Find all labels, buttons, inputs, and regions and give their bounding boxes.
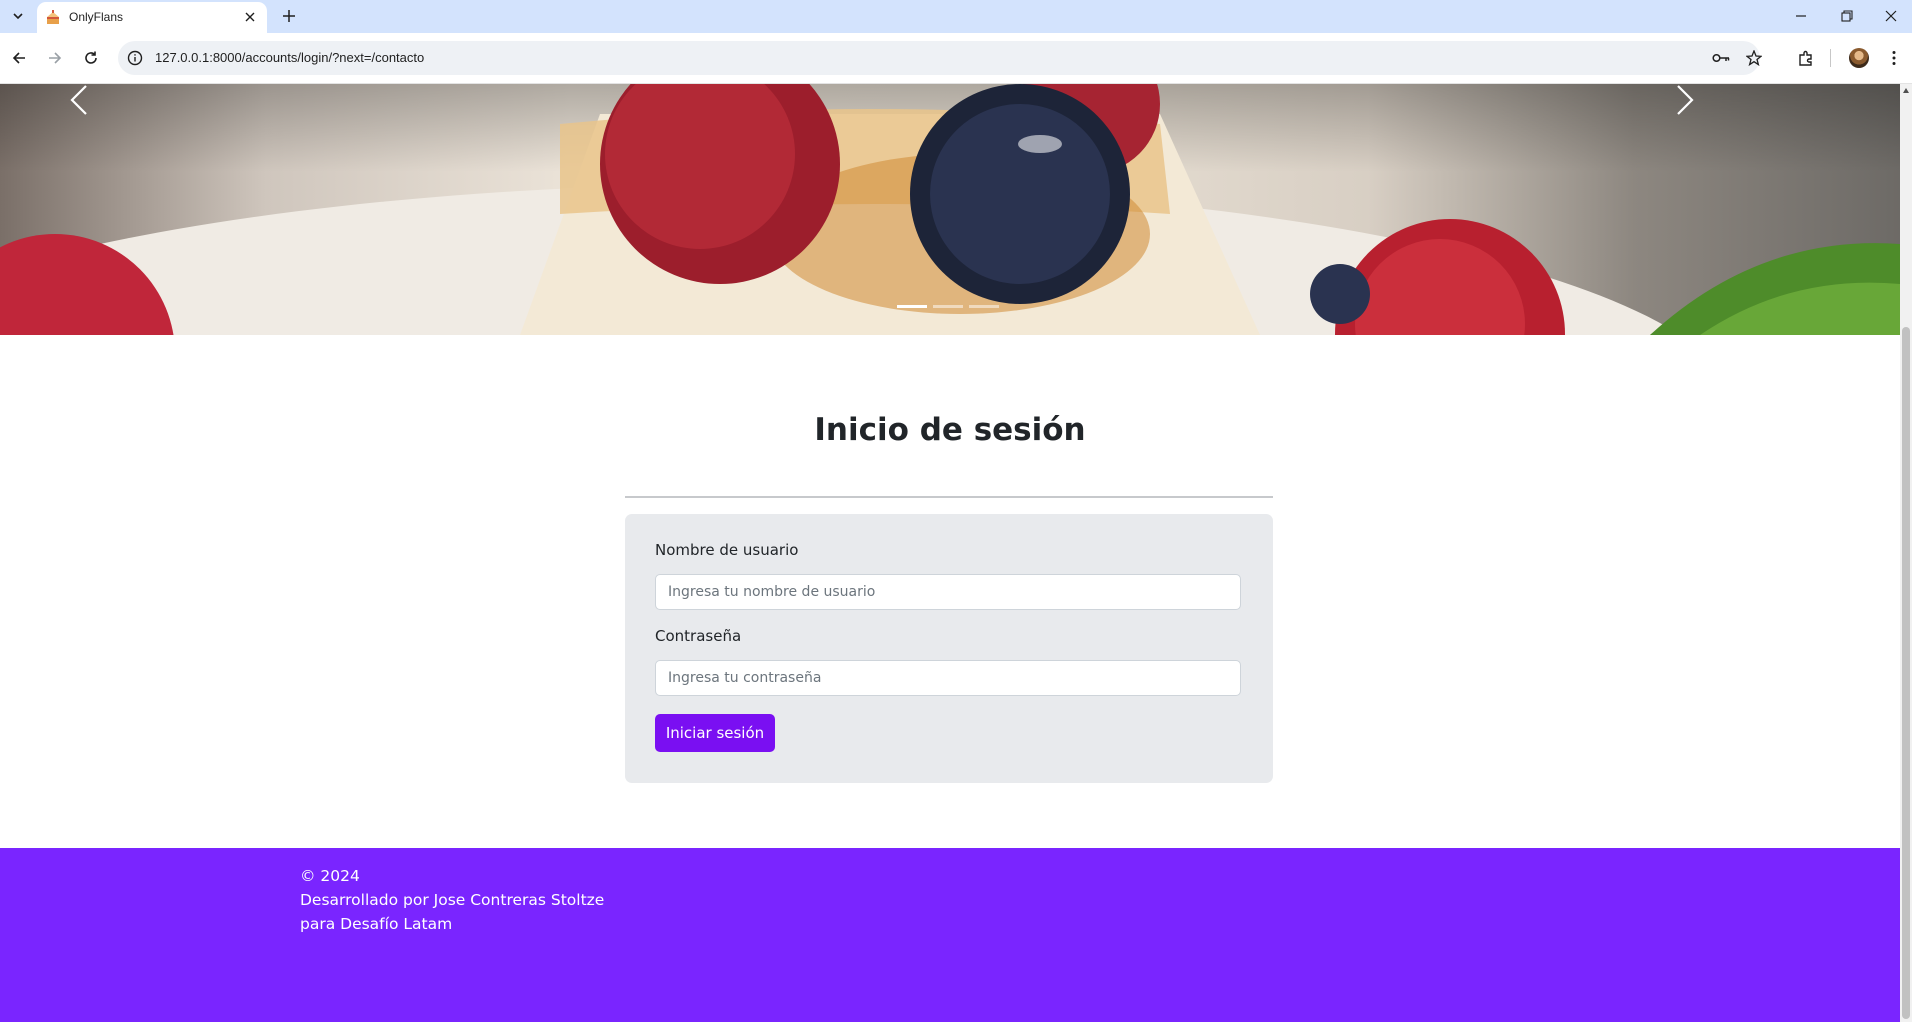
browser-tab-active[interactable]: OnlyFlans <box>37 2 267 33</box>
more-vertical-icon <box>1892 51 1896 65</box>
login-submit-button[interactable]: Iniciar sesión <box>655 714 775 752</box>
title-divider <box>625 496 1273 498</box>
extensions-button[interactable] <box>1796 48 1816 68</box>
login-form: Nombre de usuario Contraseña Iniciar ses… <box>625 514 1273 783</box>
toolbar-separator <box>1830 49 1831 67</box>
profile-avatar[interactable] <box>1849 48 1869 68</box>
restore-button[interactable] <box>1824 0 1870 32</box>
tab-close-button[interactable] <box>241 8 259 26</box>
flan-dessert-image <box>0 84 1900 335</box>
cake-favicon-icon <box>47 10 59 24</box>
bookmark-button[interactable] <box>1745 49 1763 67</box>
scroll-up-arrow-icon[interactable] <box>1903 88 1909 93</box>
username-label: Nombre de usuario <box>655 541 799 559</box>
close-icon <box>245 12 255 22</box>
chevron-left-icon <box>70 85 87 115</box>
site-footer: © 2024 Desarrollado por Jose Contreras S… <box>0 848 1900 1022</box>
minimize-icon <box>1796 15 1806 17</box>
star-icon <box>1746 50 1762 66</box>
carousel-indicators <box>897 305 999 308</box>
scrollbar-thumb[interactable] <box>1902 327 1910 1019</box>
hero-carousel <box>0 84 1900 335</box>
carousel-indicator-2[interactable] <box>933 305 963 308</box>
footer-org: para Desafío Latam <box>300 915 453 933</box>
address-bar[interactable]: 127.0.0.1:8000/accounts/login/?next=/con… <box>118 41 1763 75</box>
username-input[interactable] <box>655 574 1241 610</box>
carousel-next-button[interactable] <box>1676 84 1816 335</box>
minimize-button[interactable] <box>1778 0 1824 32</box>
carousel-indicator-1[interactable] <box>897 305 927 308</box>
tab-search-button[interactable] <box>8 6 28 26</box>
password-input[interactable] <box>655 660 1241 696</box>
reload-button[interactable] <box>80 47 102 69</box>
key-icon <box>1712 53 1730 63</box>
footer-copyright: © 2024 <box>300 867 360 885</box>
plus-icon <box>283 10 295 22</box>
footer-credit: Desarrollado por Jose Contreras Stoltze <box>300 891 605 909</box>
forward-button[interactable] <box>44 47 66 69</box>
arrow-right-icon <box>49 52 62 64</box>
browser-tab-strip: OnlyFlans <box>0 0 1912 33</box>
page-viewport: Inicio de sesión Nombre de usuario Contr… <box>0 84 1900 1022</box>
chevron-right-icon <box>1677 85 1694 115</box>
password-label: Contraseña <box>655 627 742 645</box>
reload-icon <box>85 51 97 64</box>
page-scrollbar[interactable] <box>1900 84 1912 1022</box>
browser-menu-button[interactable] <box>1884 48 1904 68</box>
chevron-down-icon <box>13 13 23 20</box>
back-button[interactable] <box>8 47 30 69</box>
arrow-left-icon <box>12 52 25 64</box>
close-icon <box>1885 10 1897 22</box>
page-title: Inicio de sesión <box>814 412 1086 448</box>
puzzle-icon <box>1799 50 1812 66</box>
password-key-button[interactable] <box>1712 49 1730 67</box>
restore-icon <box>1841 10 1853 22</box>
tab-title: OnlyFlans <box>69 10 124 24</box>
carousel-indicator-3[interactable] <box>969 305 999 308</box>
close-window-button[interactable] <box>1870 0 1912 32</box>
carousel-prev-button[interactable] <box>70 84 210 335</box>
browser-toolbar: 127.0.0.1:8000/accounts/login/?next=/con… <box>0 33 1912 84</box>
info-icon[interactable] <box>127 50 143 66</box>
new-tab-button[interactable] <box>279 6 299 26</box>
url-text: 127.0.0.1:8000/accounts/login/?next=/con… <box>155 50 425 65</box>
